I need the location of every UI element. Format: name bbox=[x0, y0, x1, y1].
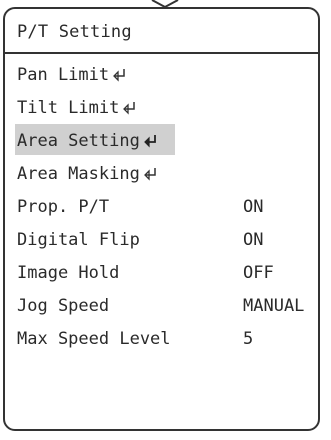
osd-menu-panel: P/T Setting Pan Limit Tilt Limit Area Se… bbox=[3, 7, 320, 431]
enter-return-icon bbox=[143, 135, 156, 148]
menu-item-image-hold[interactable]: Image Hold OFF bbox=[5, 256, 318, 289]
menu-item-prop-pt[interactable]: Prop. P/T ON bbox=[5, 190, 318, 223]
menu-item-label: Max Speed Level bbox=[17, 329, 171, 349]
menu-item-value: MANUAL bbox=[243, 296, 305, 316]
menu-item-value: OFF bbox=[243, 263, 274, 283]
menu-item-label: Digital Flip bbox=[17, 230, 140, 250]
menu-item-label: Tilt Limit bbox=[17, 98, 137, 118]
menu-title: P/T Setting bbox=[17, 22, 132, 42]
menu-item-jog-speed[interactable]: Jog Speed MANUAL bbox=[5, 289, 318, 322]
menu-item-label: Pan Limit bbox=[17, 65, 127, 85]
menu-item-label: Area Setting bbox=[17, 131, 158, 151]
menu-item-label: Prop. P/T bbox=[17, 197, 110, 217]
menu-item-area-setting[interactable]: Area Setting bbox=[5, 124, 318, 157]
menu-item-value: ON bbox=[243, 197, 264, 217]
menu-item-area-masking[interactable]: Area Masking bbox=[5, 157, 318, 190]
menu-item-label: Image Hold bbox=[17, 263, 120, 283]
menu-item-digital-flip[interactable]: Digital Flip ON bbox=[5, 223, 318, 256]
enter-return-icon bbox=[123, 102, 136, 115]
enter-return-icon bbox=[113, 69, 125, 82]
enter-return-icon bbox=[143, 168, 156, 181]
menu-item-value: ON bbox=[243, 230, 264, 250]
menu-item-label: Area Masking bbox=[17, 164, 158, 184]
menu-item-value: 5 bbox=[243, 329, 254, 349]
menu-header: P/T Setting bbox=[5, 9, 318, 54]
menu-item-label: Jog Speed bbox=[17, 296, 110, 316]
menu-item-max-speed-level[interactable]: Max Speed Level 5 bbox=[5, 322, 318, 355]
menu-item-tilt-limit[interactable]: Tilt Limit bbox=[5, 91, 318, 124]
menu-item-pan-limit[interactable]: Pan Limit bbox=[5, 58, 318, 91]
